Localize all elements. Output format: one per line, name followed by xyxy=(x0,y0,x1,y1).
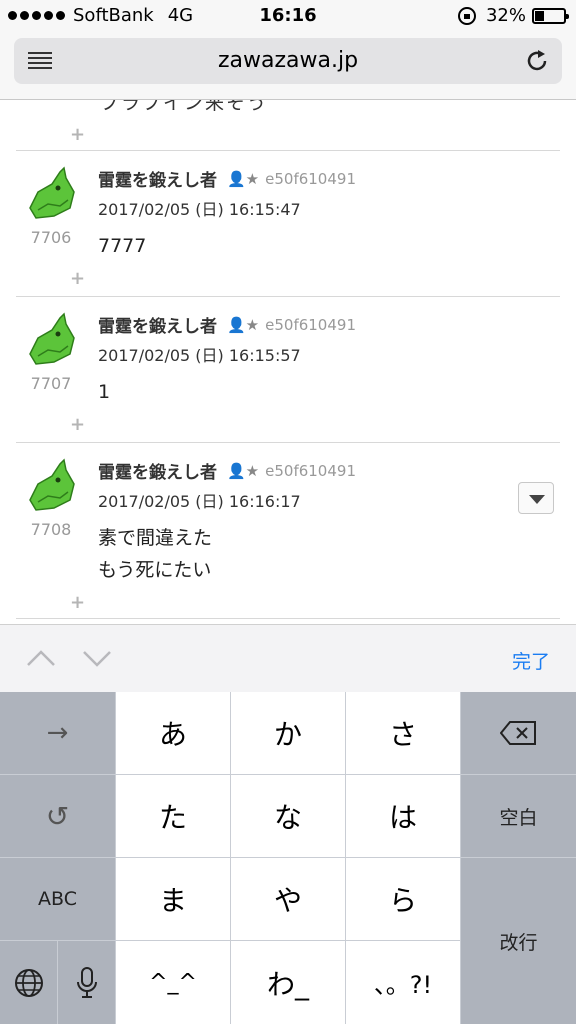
avatar xyxy=(29,458,75,511)
reply-plus-button[interactable]: + xyxy=(70,414,85,435)
browser-toolbar: zawazawa.jp xyxy=(0,32,576,100)
comment-line: 1 xyxy=(98,381,111,403)
space-key[interactable]: 空白 xyxy=(461,775,576,857)
address-bar[interactable]: zawazawa.jp xyxy=(14,38,562,84)
mic-icon xyxy=(76,966,97,998)
reply-plus-button[interactable]: + xyxy=(70,268,85,289)
key-wa[interactable]: わ_ xyxy=(231,941,345,1024)
abc-key[interactable]: ABC xyxy=(0,858,115,940)
reply-plus-button[interactable]: + xyxy=(70,124,85,145)
comment-feed: ブラブイン来そう + 7706 雷霆を鍛えし者 👤★ e50f610491 20… xyxy=(0,100,576,624)
user-id: e50f610491 xyxy=(265,315,356,334)
user-id: e50f610491 xyxy=(265,461,356,480)
comment-date: 2017/02/05 (日) 16:15:57 xyxy=(98,346,301,365)
reply-plus-button[interactable]: + xyxy=(70,592,85,613)
url-text[interactable]: zawazawa.jp xyxy=(14,48,562,73)
comment-line: 素で間違えた xyxy=(98,527,213,549)
divider xyxy=(16,618,560,619)
user-id: e50f610491 xyxy=(265,169,356,188)
undo-key[interactable]: ↺ xyxy=(0,775,115,857)
user-badge-icon: 👤★ xyxy=(227,315,260,334)
battery-icon xyxy=(532,7,569,24)
comment-body: 素で間違えた もう死にたい xyxy=(98,522,212,586)
avatar xyxy=(29,166,75,219)
key-a[interactable]: あ xyxy=(116,692,230,774)
user-badge-icon: 👤★ xyxy=(227,169,260,188)
comment-number[interactable]: 7708 xyxy=(16,520,86,539)
comment-date: 2017/02/05 (日) 16:15:47 xyxy=(98,200,301,219)
key-emoticon[interactable]: ^_^ xyxy=(116,941,230,1024)
comment-body: 1 xyxy=(98,376,110,408)
key-ha[interactable]: は xyxy=(346,775,460,857)
comment-item: 7707 雷霆を鍛えし者 👤★ e50f610491 2017/02/05 (日… xyxy=(16,296,560,442)
comment-header: 雷霆を鍛えし者 👤★ e50f610491 xyxy=(98,312,356,338)
japanese-keyboard: → あ か さ ↺ た な は 空白 ABC ま や ら 改行 ^_^ わ_ 、… xyxy=(0,692,576,1024)
delete-icon xyxy=(499,721,536,745)
arrow-right-icon: → xyxy=(46,718,69,748)
key-ya[interactable]: や xyxy=(231,858,345,940)
comment-item: 7708 雷霆を鍛えし者 👤★ e50f610491 2017/02/05 (日… xyxy=(16,442,560,618)
comment-number[interactable]: 7707 xyxy=(16,374,86,393)
comment-menu-dropdown[interactable] xyxy=(518,482,554,514)
comment-line: 7777 xyxy=(98,235,147,257)
done-button[interactable]: 完了 xyxy=(512,647,550,674)
previous-field-icon[interactable] xyxy=(26,643,56,673)
author-name: 雷霆を鍛えし者 xyxy=(98,463,217,483)
keyboard-accessory-bar: 完了 xyxy=(0,624,576,692)
comment-line: もう死にたい xyxy=(98,559,212,581)
comment-number[interactable]: 7706 xyxy=(16,228,86,247)
comment-date: 2017/02/05 (日) 16:16:17 xyxy=(98,492,301,511)
comment-header: 雷霆を鍛えし者 👤★ e50f610491 xyxy=(98,166,356,192)
status-bar: SoftBank 4G 16:16 32% xyxy=(0,0,576,32)
globe-icon xyxy=(14,968,43,997)
reload-icon[interactable] xyxy=(524,48,550,74)
key-ra[interactable]: ら xyxy=(346,858,460,940)
status-right: 32% xyxy=(457,5,569,26)
globe-key[interactable] xyxy=(0,941,57,1024)
comment-item: 7706 雷霆を鍛えし者 👤★ e50f610491 2017/02/05 (日… xyxy=(16,150,560,296)
battery-percent: 32% xyxy=(485,5,526,26)
comment-body: 7777 xyxy=(98,230,146,262)
key-sa[interactable]: さ xyxy=(346,692,460,774)
author-name: 雷霆を鍛えし者 xyxy=(98,317,217,337)
key-punctuation[interactable]: 、。?! xyxy=(346,941,460,1024)
avatar xyxy=(29,312,75,365)
arrow-key[interactable]: → xyxy=(0,692,115,774)
key-ka[interactable]: か xyxy=(231,692,345,774)
delete-button[interactable] xyxy=(461,692,576,774)
user-badge-icon: 👤★ xyxy=(227,461,260,480)
author-name: 雷霆を鍛えし者 xyxy=(98,171,217,191)
rotation-lock-icon xyxy=(457,6,476,25)
return-key[interactable]: 改行 xyxy=(461,858,576,1024)
undo-icon: ↺ xyxy=(45,799,70,833)
mic-key[interactable] xyxy=(58,941,115,1024)
comment-header: 雷霆を鍛えし者 👤★ e50f610491 xyxy=(98,458,356,484)
key-ta[interactable]: た xyxy=(116,775,230,857)
partial-comment-text: ブラブイン来そう xyxy=(100,100,269,114)
key-na[interactable]: な xyxy=(231,775,345,857)
key-ma[interactable]: ま xyxy=(116,858,230,940)
next-field-icon[interactable] xyxy=(82,643,112,673)
